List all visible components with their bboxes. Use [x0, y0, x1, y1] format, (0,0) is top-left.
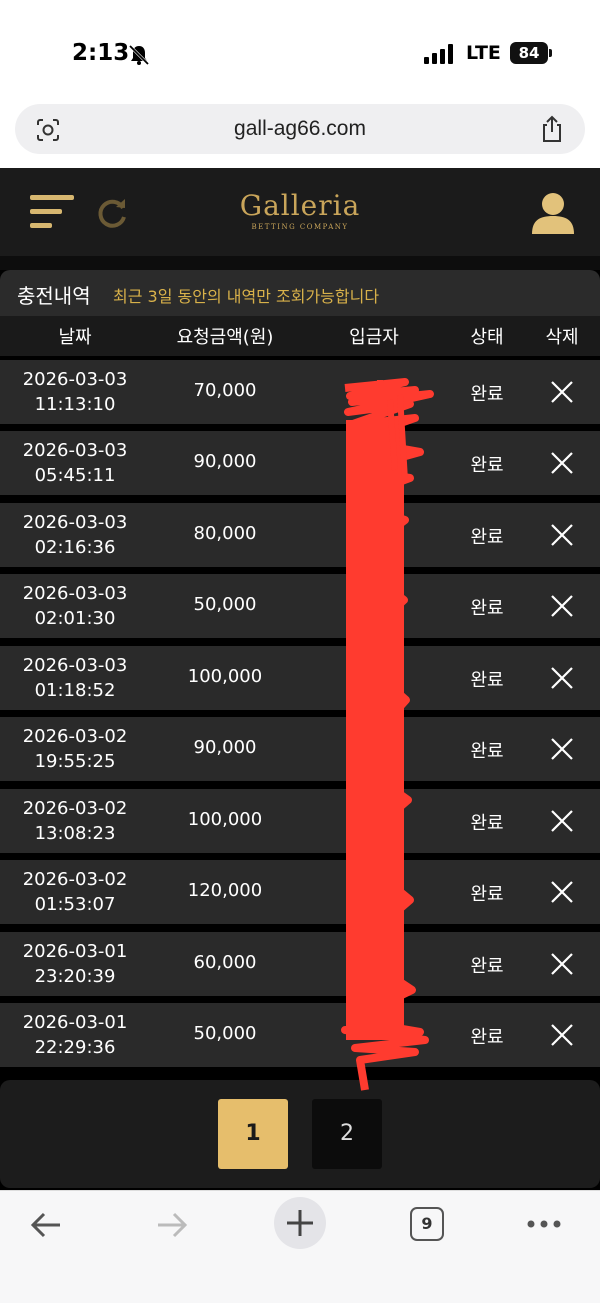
table-row: 2026-03-03 02:16:36 80,000 완료 — [0, 503, 600, 567]
signal-icon — [424, 44, 453, 64]
row-amount: 50,000 — [193, 594, 257, 615]
column-date: 날짜 — [58, 327, 92, 348]
plus-icon — [287, 1210, 313, 1236]
table-row: 2026-03-03 05:45:11 90,000 완료 — [0, 431, 600, 495]
row-status: 완료 — [470, 527, 504, 548]
column-status: 상태 — [470, 327, 504, 348]
status-time: 2:13 — [72, 40, 130, 66]
table-row: 2026-03-02 19:55:25 90,000 완료 — [0, 717, 600, 781]
battery-tip — [549, 49, 552, 57]
table-row: 2026-03-02 01:53:07 120,000 완료 — [0, 860, 600, 924]
section-header: 충전내역 최근 3일 동안의 내역만 조회가능합니다 — [0, 270, 600, 316]
row-status: 완료 — [470, 455, 504, 476]
more-icon[interactable] — [526, 1219, 562, 1229]
user-icon[interactable] — [530, 190, 576, 236]
share-icon[interactable] — [539, 115, 565, 143]
network-type: LTE — [466, 42, 501, 64]
table-row: 2026-03-03 11:13:10 70,000 완료 — [0, 360, 600, 424]
row-amount: 70,000 — [193, 380, 257, 401]
row-amount: 60,000 — [193, 952, 257, 973]
row-amount: 50,000 — [193, 1023, 257, 1044]
address-bar[interactable]: gall-ag66.com — [15, 104, 585, 154]
table-row: 2026-03-01 23:20:39 60,000 완료 — [0, 932, 600, 996]
url-text[interactable]: gall-ag66.com — [15, 117, 585, 141]
silent-bell-icon — [128, 44, 150, 66]
row-status: 완료 — [470, 384, 504, 405]
delete-icon[interactable] — [550, 380, 574, 404]
row-amount: 90,000 — [193, 451, 257, 472]
row-amount: 100,000 — [187, 666, 263, 687]
row-datetime: 2026-03-02 19:55:25 — [22, 726, 128, 772]
site-header: Galleria BETTING COMPANY — [0, 168, 600, 256]
status-bar: 2:13 LTE 84 — [0, 0, 600, 100]
row-status: 완료 — [470, 884, 504, 905]
section-notice: 최근 3일 동안의 내역만 조회가능합니다 — [113, 287, 380, 306]
row-amount: 100,000 — [187, 809, 263, 830]
tab-switcher-button[interactable]: 9 — [410, 1207, 444, 1241]
table-row: 2026-03-02 13:08:23 100,000 완료 — [0, 789, 600, 853]
row-status: 완료 — [470, 741, 504, 762]
brand-name: Galleria — [239, 189, 361, 222]
back-arrow-icon[interactable] — [28, 1209, 64, 1241]
site-logo[interactable]: Galleria BETTING COMPANY — [0, 189, 600, 232]
row-datetime: 2026-03-02 13:08:23 — [22, 798, 128, 844]
delete-icon[interactable] — [550, 523, 574, 547]
delete-icon[interactable] — [550, 666, 574, 690]
new-tab-button[interactable] — [274, 1197, 326, 1249]
delete-icon[interactable] — [550, 809, 574, 833]
battery-icon: 84 — [510, 42, 548, 64]
delete-icon[interactable] — [550, 952, 574, 976]
column-delete: 삭제 — [545, 327, 579, 348]
row-datetime: 2026-03-03 11:13:10 — [22, 369, 128, 415]
row-status: 완료 — [470, 598, 504, 619]
section-title: 충전내역 — [17, 284, 91, 308]
delete-icon[interactable] — [550, 880, 574, 904]
table-row: 2026-03-01 22:29:36 50,000 완료 — [0, 1003, 600, 1067]
row-datetime: 2026-03-02 01:53:07 — [22, 869, 128, 915]
row-amount: 80,000 — [193, 523, 257, 544]
row-status: 완료 — [470, 1027, 504, 1048]
row-datetime: 2026-03-03 02:01:30 — [22, 583, 128, 629]
delete-icon[interactable] — [550, 451, 574, 475]
address-bar-area: gall-ag66.com — [0, 100, 600, 168]
row-amount: 120,000 — [187, 880, 263, 901]
brand-tagline: BETTING COMPANY — [251, 223, 349, 231]
row-datetime: 2026-03-01 22:29:36 — [22, 1012, 128, 1058]
row-datetime: 2026-03-03 02:16:36 — [22, 512, 128, 558]
forward-arrow-icon[interactable] — [154, 1209, 190, 1241]
row-status: 완료 — [470, 670, 504, 691]
header-spacer — [0, 256, 600, 270]
delete-icon[interactable] — [550, 594, 574, 618]
row-status: 완료 — [470, 956, 504, 977]
column-depositor: 입금자 — [349, 327, 399, 348]
delete-icon[interactable] — [550, 737, 574, 761]
row-datetime: 2026-03-01 23:20:39 — [22, 941, 128, 987]
page-button-2[interactable]: 2 — [312, 1099, 382, 1169]
browser-toolbar: 9 — [0, 1190, 600, 1303]
row-status: 완료 — [470, 813, 504, 834]
delete-icon[interactable] — [550, 1023, 574, 1047]
row-datetime: 2026-03-03 01:18:52 — [22, 655, 128, 701]
row-amount: 90,000 — [193, 737, 257, 758]
table-row: 2026-03-03 01:18:52 100,000 완료 — [0, 646, 600, 710]
table-header: 날짜 요청금액(원) 입금자 상태 삭제 — [0, 316, 600, 356]
table-row: 2026-03-03 02:01:30 50,000 완료 — [0, 574, 600, 638]
column-amount: 요청금액(원) — [176, 327, 274, 348]
row-datetime: 2026-03-03 05:45:11 — [22, 440, 128, 486]
page-button-1[interactable]: 1 — [218, 1099, 288, 1169]
pagination-bar — [0, 1080, 600, 1188]
